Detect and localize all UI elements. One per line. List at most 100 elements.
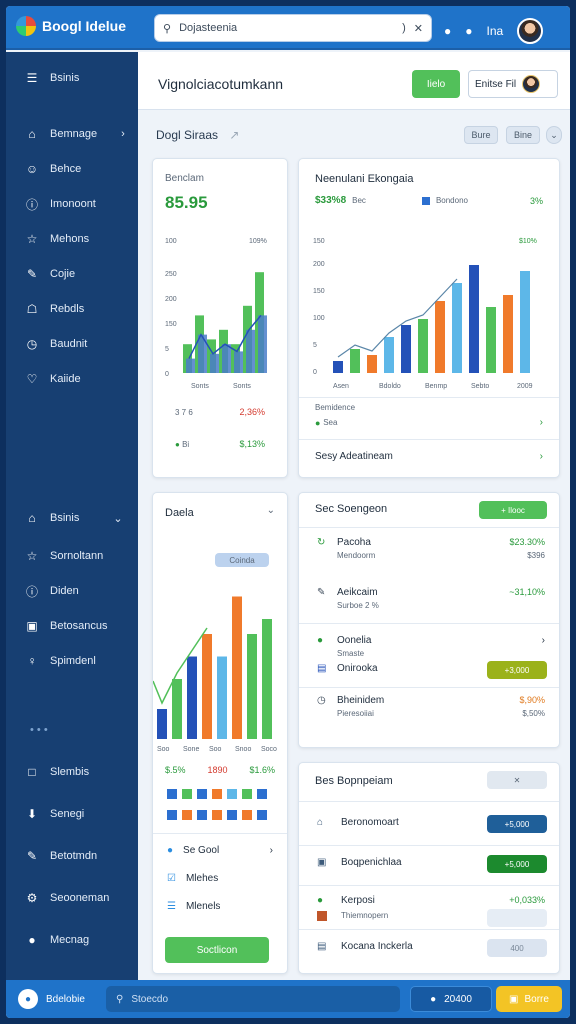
search-box[interactable]: ⚲ Dojasteenia ) ✕ [154,14,432,42]
list-add-button[interactable]: + Ilooc [479,501,547,519]
sidebar-item[interactable]: ✎ Cojie [24,266,75,282]
app-logo[interactable]: Boogl Idelue [16,16,126,36]
sidebar-section2-header[interactable]: ⌂ Bsinis ⌄ [24,510,122,526]
action-row[interactable]: ● Kerposi +0,033% Thiemnopern [299,893,559,927]
bell-icon[interactable]: ● [444,24,451,38]
list-row[interactable]: ◷ Bheinidem Pieresoiiai $,90% $,50% [299,695,559,721]
x-tick-label: Asen [333,383,349,390]
bars-chip[interactable]: Coinda [215,553,269,567]
y-top-right: 109% [249,238,267,245]
sidebar-item[interactable]: ☖ Rebdls [24,301,85,317]
sidebar-item[interactable]: ⌂ Bemnage › [24,126,124,142]
trend-sub-item[interactable]: ● Sea › [299,417,559,428]
filter-pill-1[interactable]: Bure [464,126,498,144]
bottom-search[interactable]: ⚲ Stoecdo [106,986,400,1012]
bar [210,353,219,373]
sidebar-item[interactable]: ♡ Kaiide [24,371,81,387]
chevron-down-icon[interactable]: ⌄ [267,505,275,516]
bottom-app[interactable]: ● Bdelobie [18,989,85,1009]
sidebar-item[interactable]: □ Slembis [24,764,89,780]
bar [198,334,207,373]
sidebar-item[interactable]: ✎ Betotmdn [24,848,97,864]
bars-stats: $.5% 1890 $1.6% [165,765,275,775]
actions-title: Bes Bopnpeiam [315,775,393,787]
sidebar-item[interactable]: ☆ Sornoltann [24,548,104,564]
settings-icon[interactable]: ● [465,24,472,38]
bars-list-item[interactable]: ☰ Mlenels [153,901,287,912]
action-row[interactable]: ⌂ Beronomoart +5,000 [299,815,559,845]
search-icon: ⚲ [116,993,124,1005]
sidebar-item[interactable]: ⓘ Diden [24,583,79,599]
placeholder-badge[interactable] [487,909,547,927]
dot-icon: ● [175,439,180,449]
top-icon-label[interactable]: Ina [487,24,504,38]
x-tick-label: Bdoldo [379,383,401,390]
sidebar-item[interactable]: ● Mecnag [24,932,89,948]
chevron-down-icon[interactable]: ⌄ [546,126,562,144]
y-top-right: $10% [519,238,537,245]
bar [367,355,377,373]
app-icon: ● [18,989,38,1009]
list-row[interactable]: ↻ Pacoha Mendoorm $23.30% $396 [299,537,559,563]
bars-action-button[interactable]: Soctlicon [165,937,269,963]
list-row[interactable]: ✎ Aeikcaim Surboe 2 % ~31,10% [299,587,559,613]
avatar[interactable] [517,18,544,44]
user-chip[interactable]: Enitse Fil [468,70,558,98]
search-input[interactable]: Dojasteenia [179,22,394,34]
trend-summary: $33%8 Bec Bondono 3% [315,195,543,206]
color-swatch [182,789,192,799]
sidebar-header[interactable]: ☰ Bsinis [24,70,80,86]
tag-icon: ▤ [317,663,327,674]
color-swatch [257,789,267,799]
folder-icon [317,911,327,921]
list-title: Sec Soengeon [315,503,388,515]
color-swatch [197,789,207,799]
action-row[interactable]: ▣ Boqpenichlaa +5,000 [299,855,559,885]
primary-button[interactable]: Iielo [412,70,460,98]
sidebar-item[interactable]: ♀ Spimdenl [24,653,96,669]
chat-icon: ● [430,993,437,1005]
bars-chart: Soo Sone Soo Snoo Soco [153,596,277,753]
chevron-right-icon: › [539,451,543,462]
list-row[interactable]: ▤ Onirooka +3,000 [299,661,559,689]
close-icon[interactable]: ✕ [414,22,423,35]
y-tick-label: 150 [165,321,177,328]
filter-pill-2[interactable]: Bine [506,126,540,144]
list-row[interactable]: ● Oonelia Smaste › [299,635,559,661]
clock-icon: ◷ [26,337,38,351]
bar [333,361,343,373]
star-icon: ☆ [26,549,38,563]
x-tick-label: Soo [157,746,170,753]
sidebar-item[interactable]: ⚙ Seooneman [24,890,110,906]
page-title: Vignolciacotumkann [158,76,284,92]
trend-footer[interactable]: Sesy Adeatineam › [299,451,559,462]
bars-list-item[interactable]: ☑ Mlehes [153,873,287,884]
y-top-label: 150 [313,238,325,245]
sidebar-item[interactable]: ☺ Behce [24,161,81,177]
bar [384,337,394,373]
stats-row-2: ● Bi $,13% [175,439,265,449]
bars-list-item[interactable]: ● Se Gool › [153,845,287,856]
gear-icon: ⚙ [26,891,38,905]
trend-card: Neenulani Ekongaia $33%8 Bec Bondono 3% … [298,158,560,478]
sidebar-item[interactable]: ◷ Baudnit [24,336,88,352]
trend-chart: 150 $10% 20015010050Asen Bdoldo Benmp Sebto… [313,238,537,390]
bottom-counter-button[interactable]: ● 20400 [410,986,492,1012]
action-row[interactable]: ▤ Kocana Inckerla 400 [299,939,559,969]
top-icons: ● ● Ina [444,18,544,44]
close-icon[interactable]: ✕ [487,771,547,789]
x-tick-label: Benmp [425,383,447,390]
blue-circle-icon: ● [167,845,174,856]
sidebar-item[interactable]: ⓘ Imonoont [24,196,96,212]
trend-title: Neenulani Ekongaia [315,173,414,185]
sidebar-item[interactable]: ⬇ Senegi [24,806,84,822]
download-icon: ⬇ [26,807,38,821]
chevron-right-icon: › [541,635,545,646]
bar [247,634,257,739]
x-tick-label: Sonts [191,383,209,390]
y-tick-label: 150 [313,288,325,295]
bottom-yellow-button[interactable]: ▣ Borre [496,986,562,1012]
sidebar-item[interactable]: ☆ Mehons [24,231,90,247]
stats-chart: 100 109% 250 200 150 5 0 Sonts Sonts [165,238,267,390]
sidebar-item[interactable]: ▣ Betosancus [24,618,107,634]
